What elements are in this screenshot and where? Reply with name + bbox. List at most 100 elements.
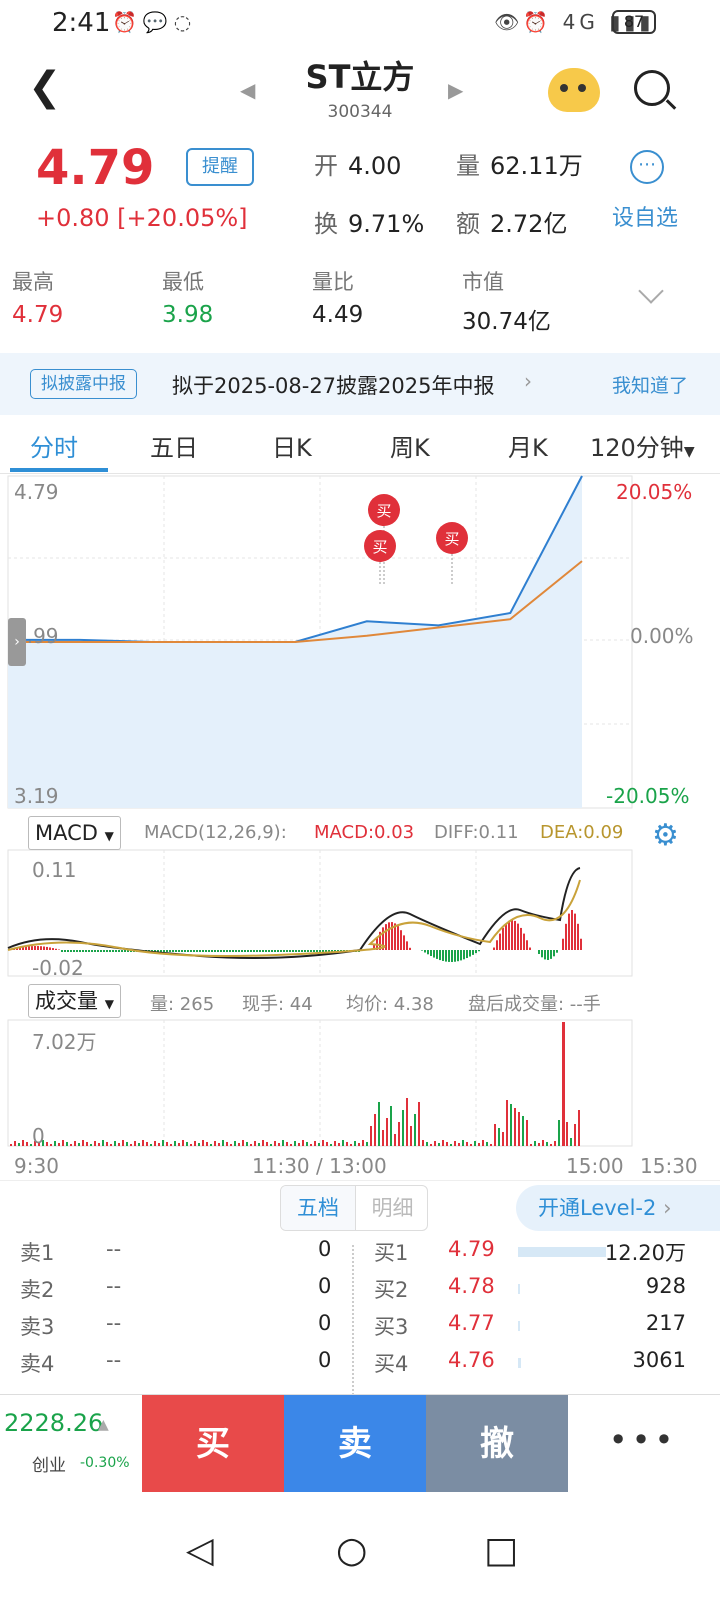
macd-bar (502, 927, 504, 950)
dismiss-button[interactable]: 我知道了 (612, 371, 688, 398)
level2-button[interactable]: 开通Level-2 › (516, 1185, 720, 1231)
tab-five-level[interactable]: 五档 (281, 1186, 355, 1230)
notice-text[interactable]: 拟于2025-08-27披露2025年中报 (172, 370, 495, 400)
tab-five-day[interactable]: 五日 (150, 428, 198, 463)
buy-button[interactable]: 买 (142, 1395, 284, 1493)
volume-bar (522, 1116, 524, 1146)
macd-bar (304, 950, 306, 952)
volume-selector[interactable]: 成交量 ▼ (28, 984, 121, 1018)
macd-bar (85, 950, 87, 952)
volume-bar (266, 1142, 268, 1146)
macd-bar (67, 950, 69, 952)
turnover-stat: 换 9.71% (314, 204, 424, 239)
bid-volume-bar (518, 1247, 606, 1257)
intraday-chart[interactable]: 买买买 4.79 3.99 3.19 20.05% 0.00% -20.05% … (0, 474, 720, 1186)
volume-bar (306, 1142, 308, 1146)
nav-recents-icon[interactable]: □ (484, 1530, 518, 1571)
tab-detail[interactable]: 明细 (355, 1186, 427, 1230)
bid-volume: 217 (645, 1311, 686, 1335)
volume-bar (70, 1144, 72, 1146)
macd-bar (28, 946, 30, 950)
expand-chevron-icon[interactable] (638, 278, 664, 304)
more-button[interactable]: ••• (566, 1395, 720, 1493)
tab-intraday[interactable]: 分时 (30, 428, 78, 463)
add-favorite-button[interactable]: 设自选 (612, 200, 678, 232)
macd-bar (121, 950, 123, 952)
volume-bar (442, 1140, 444, 1146)
orderbook-row[interactable]: 卖2 -- 0 买2 4.78 928 (0, 1274, 720, 1311)
index-value[interactable]: 2228.26 (4, 1409, 103, 1437)
remind-button[interactable]: 提醒 (186, 148, 254, 186)
stat-value: 30.74亿 (462, 309, 551, 335)
bid-volume-bar (518, 1358, 521, 1368)
volume-bar (126, 1142, 128, 1146)
ask-label: 卖3 (20, 1315, 55, 1339)
macd-bar (244, 950, 246, 952)
gear-icon[interactable]: ⚙ (652, 818, 679, 853)
volume-bar (574, 1124, 576, 1146)
orderbook-row[interactable]: 卖4 -- 0 买4 4.76 3061 (0, 1348, 720, 1385)
mascot-icon[interactable] (548, 68, 600, 112)
collapse-handle-icon[interactable]: › (8, 618, 26, 666)
volume-bar (218, 1143, 220, 1146)
ask-price: -- (106, 1348, 122, 1372)
volume-bar (18, 1143, 20, 1146)
macd-bar (229, 950, 231, 952)
macd-bar (550, 950, 552, 959)
bid-price: 4.77 (448, 1311, 495, 1335)
macd-bar (451, 950, 453, 962)
macd-bar (46, 946, 48, 950)
macd-bar (517, 923, 519, 950)
volume-bar (498, 1128, 500, 1146)
tab-120min[interactable]: 120分钟▼ (590, 428, 695, 463)
macd-bar (205, 950, 207, 952)
volume-bar (54, 1141, 56, 1146)
volume-bar (570, 1138, 572, 1146)
orderbook-row[interactable]: 卖1 -- 0 买1 4.79 12.20万 (0, 1237, 720, 1274)
volume-bar (86, 1142, 88, 1146)
tab-daily-k[interactable]: 日K (272, 428, 312, 463)
macd-bar (577, 923, 579, 950)
open-stat: 开 4.00 (314, 146, 401, 181)
notice-tag: 拟披露中报 (30, 369, 137, 399)
macd-bar (568, 913, 570, 950)
volume-bar (558, 1120, 560, 1146)
tab-weekly-k[interactable]: 周K (390, 428, 430, 463)
search-icon[interactable] (634, 70, 670, 106)
more-options-icon[interactable]: ⋯ (630, 150, 664, 184)
volume-bar (354, 1141, 356, 1146)
volume-bar (190, 1144, 192, 1146)
macd-value: MACD:0.03 (314, 822, 415, 843)
volume-bar (402, 1110, 404, 1146)
macd-bar (556, 950, 558, 953)
volume-bar (10, 1144, 12, 1146)
orderbook-row[interactable]: 卖3 -- 0 买3 4.77 217 (0, 1311, 720, 1348)
volume-bar (78, 1143, 80, 1146)
macd-bar (64, 950, 66, 952)
level2-label: 开通Level-2 (538, 1196, 657, 1220)
next-stock-icon[interactable]: ▶ (448, 78, 463, 102)
volume-bar (510, 1104, 512, 1146)
chevron-right-icon: › (663, 1196, 672, 1220)
tab-monthly-k[interactable]: 月K (508, 428, 548, 463)
sell-button[interactable]: 卖 (284, 1395, 426, 1493)
volume-bar (198, 1143, 200, 1146)
volume-bar (470, 1144, 472, 1146)
notice-banner[interactable]: 拟披露中报 拟于2025-08-27披露2025年中报 › 我知道了 (0, 353, 720, 415)
macd-bar (403, 935, 405, 950)
volume-bar (362, 1140, 364, 1146)
volume-bar (150, 1144, 152, 1146)
notification-icons: ⏰💬◌ (112, 10, 198, 34)
ask-price: -- (106, 1237, 122, 1261)
macd-bar (238, 950, 240, 952)
macd-selector[interactable]: MACD ▼ (28, 816, 121, 850)
volume-bar (106, 1142, 108, 1146)
volume-bar (46, 1142, 48, 1146)
nav-home-icon[interactable]: ○ (336, 1530, 367, 1571)
nav-back-icon[interactable]: ◁ (186, 1530, 214, 1571)
amount-label: 额 (456, 210, 480, 238)
volume-bar (194, 1141, 196, 1146)
cancel-order-button[interactable]: 撤 (426, 1395, 568, 1493)
ask-volume: 0 (318, 1348, 332, 1372)
volume-bar (102, 1140, 104, 1146)
